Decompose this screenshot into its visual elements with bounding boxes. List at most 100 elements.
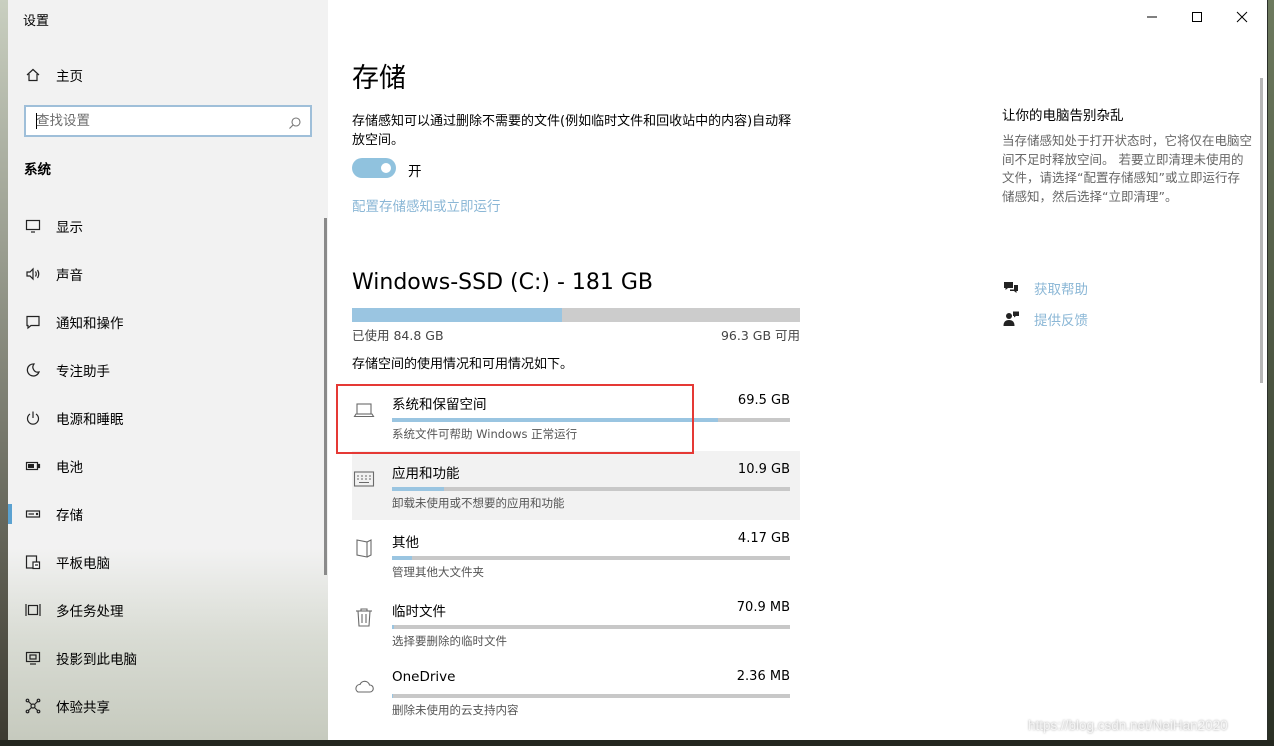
sidebar-item-label: 通知和操作 <box>56 316 124 332</box>
category-description: 管理其他大文件夹 <box>392 565 484 579</box>
category-size: 2.36 MB <box>736 669 790 684</box>
category-description: 卸载未使用或不想要的应用和功能 <box>392 496 565 510</box>
maximize-icon <box>1192 12 1202 22</box>
sidebar-scrollbar[interactable] <box>324 218 327 575</box>
desktop-background-right <box>1268 0 1274 746</box>
usage-description: 存储空间的使用情况和可用情况如下。 <box>352 357 574 372</box>
sidebar-item-label: 存储 <box>56 508 83 524</box>
category-temporary-files[interactable]: 临时文件 70.9 MB 选择要删除的临时文件 <box>352 589 800 658</box>
cloud-icon <box>352 674 376 698</box>
sidebar-item-label: 平板电脑 <box>56 556 110 572</box>
power-icon <box>24 409 42 427</box>
category-usage-fill <box>392 556 412 560</box>
category-description: 选择要删除的临时文件 <box>392 634 507 648</box>
get-help-link[interactable]: 获取帮助 <box>1034 278 1088 298</box>
text-caret <box>36 113 37 129</box>
category-size: 70.9 MB <box>736 600 790 615</box>
feedback-row[interactable]: 提供反馈 <box>1002 309 1088 329</box>
sidebar-item-sound[interactable]: 声音 <box>8 250 324 298</box>
category-description: 删除未使用的云支持内容 <box>392 703 519 717</box>
sidebar-item-tablet[interactable]: 平板电脑 <box>8 538 324 586</box>
category-usage-bar <box>392 625 790 629</box>
desktop-background-bottom <box>0 740 1274 746</box>
minimize-button[interactable] <box>1129 0 1175 34</box>
storage-sense-toggle[interactable] <box>352 158 396 178</box>
category-usage-fill <box>392 625 394 629</box>
drive-used-label: 已使用 84.8 GB <box>352 328 444 343</box>
category-onedrive[interactable]: OneDrive 2.36 MB 删除未使用的云支持内容 <box>352 658 800 727</box>
monitor-icon <box>24 217 42 235</box>
sidebar-item-notifications[interactable]: 通知和操作 <box>8 298 324 346</box>
search-icon[interactable] <box>288 115 302 129</box>
main-content: 存储 存储感知可以通过删除不需要的文件(例如临时文件和回收站中的内容)自动释放空… <box>328 0 1267 740</box>
home-label: 主页 <box>56 69 83 85</box>
desktop-background-left <box>0 0 8 746</box>
drive-usage-fill <box>352 308 562 322</box>
annotation-highlight-box <box>336 384 694 454</box>
category-apps-features[interactable]: 应用和功能 10.9 GB 卸载未使用或不想要的应用和功能 <box>352 451 800 520</box>
minimize-icon <box>1147 16 1157 18</box>
category-other[interactable]: 其他 4.17 GB 管理其他大文件夹 <box>352 520 800 589</box>
sidebar-item-label: 体验共享 <box>56 700 110 716</box>
notification-icon <box>24 313 42 331</box>
maximize-button[interactable] <box>1174 0 1220 34</box>
multitask-icon <box>24 601 42 619</box>
related-text: 当存储感知处于打开状态时，它将仅在电脑空间不足时释放空间。 若要立即清理未使用的… <box>1002 133 1253 204</box>
category-usage-bar <box>392 694 790 698</box>
help-chat-icon <box>1002 279 1020 297</box>
category-usage-bar <box>392 556 790 560</box>
keyboard-icon <box>352 467 376 491</box>
category-usage-fill <box>392 694 393 698</box>
window-title: 设置 <box>23 14 50 29</box>
search-box[interactable] <box>24 105 312 137</box>
sidebar-item-power[interactable]: 电源和睡眠 <box>8 394 324 442</box>
category-usage-fill <box>392 487 444 491</box>
storage-sense-description: 存储感知可以通过删除不需要的文件(例如临时文件和回收站中的内容)自动释放空间。 <box>352 114 792 148</box>
sidebar: 设置 主页 系统 显示 <box>8 0 328 740</box>
sidebar-item-storage[interactable]: 存储 <box>8 490 324 538</box>
sidebar-item-label: 专注助手 <box>56 364 110 380</box>
search-input[interactable] <box>36 113 276 129</box>
trash-icon <box>352 605 376 629</box>
sidebar-item-focus-assist[interactable]: 专注助手 <box>8 346 324 394</box>
sidebar-item-battery[interactable]: 电池 <box>8 442 324 490</box>
sidebar-item-label: 声音 <box>56 268 83 284</box>
close-button[interactable] <box>1219 0 1265 34</box>
drive-title: Windows-SSD (C:) - 181 GB <box>352 270 653 295</box>
page-title: 存储 <box>352 63 406 94</box>
sidebar-item-shared-experiences[interactable]: 体验共享 <box>8 682 324 730</box>
sidebar-item-label: 电源和睡眠 <box>56 412 124 428</box>
storage-icon <box>24 505 42 523</box>
sidebar-item-display[interactable]: 显示 <box>8 202 324 250</box>
sidebar-item-label: 显示 <box>56 220 83 236</box>
section-title: 系统 <box>24 162 51 178</box>
feedback-link[interactable]: 提供反馈 <box>1034 309 1088 329</box>
home-nav-item[interactable]: 主页 <box>24 64 83 86</box>
close-icon <box>1236 11 1248 23</box>
sidebar-item-label: 投影到此电脑 <box>56 652 137 668</box>
category-size: 4.17 GB <box>737 531 790 546</box>
share-icon <box>24 697 42 715</box>
nav-list: 显示 声音 通知和操作 专注助手 电源和睡眠 电池 存储 平板电脑 多任务处理 … <box>8 202 324 730</box>
moon-icon <box>24 361 42 379</box>
watermark: https://blog.csdn.net/NeiHan2020 <box>1028 718 1228 733</box>
main-scrollbar[interactable] <box>1260 78 1263 383</box>
speaker-icon <box>24 265 42 283</box>
sidebar-item-label: 电池 <box>56 460 83 476</box>
settings-window: 设置 主页 系统 显示 <box>8 0 1267 740</box>
file-icon <box>352 536 376 560</box>
category-usage-bar <box>392 487 790 491</box>
configure-storage-sense-link[interactable]: 配置存储感知或立即运行 <box>352 195 501 215</box>
category-name: 临时文件 <box>392 604 446 620</box>
toggle-state-label: 开 <box>408 164 422 180</box>
related-title: 让你的电脑告别杂乱 <box>1002 108 1124 124</box>
toggle-knob <box>381 163 391 173</box>
project-icon <box>24 649 42 667</box>
tablet-icon <box>24 553 42 571</box>
sidebar-item-project[interactable]: 投影到此电脑 <box>8 634 324 682</box>
category-name: 应用和功能 <box>392 466 460 482</box>
get-help-row[interactable]: 获取帮助 <box>1002 278 1088 298</box>
home-icon <box>24 66 42 84</box>
sidebar-item-multitasking[interactable]: 多任务处理 <box>8 586 324 634</box>
category-name: OneDrive <box>392 669 456 685</box>
